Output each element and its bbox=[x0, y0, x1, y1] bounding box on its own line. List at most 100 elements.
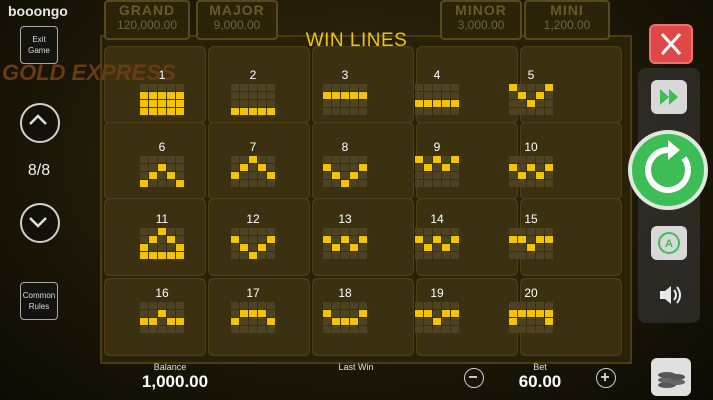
win-line-number: 1 bbox=[158, 68, 166, 82]
pattern-square bbox=[332, 310, 340, 317]
win-line-16: 16 bbox=[124, 286, 200, 362]
pattern-square bbox=[149, 84, 157, 91]
pattern-square bbox=[433, 302, 441, 309]
bet-increase-button[interactable] bbox=[596, 368, 616, 388]
pattern-square bbox=[509, 302, 517, 309]
pattern-square bbox=[518, 84, 526, 91]
pattern-square bbox=[442, 228, 450, 235]
pattern-square bbox=[442, 236, 450, 243]
pattern-square bbox=[433, 172, 441, 179]
exit-game-button[interactable]: Exit Game bbox=[20, 26, 58, 64]
pattern-square-active bbox=[149, 108, 157, 115]
common-rules-button[interactable]: Common Rules bbox=[20, 282, 58, 320]
pattern-square bbox=[527, 156, 535, 163]
win-line-9: 9 bbox=[399, 140, 475, 216]
pattern-square-active bbox=[359, 310, 367, 317]
pattern-square bbox=[509, 326, 517, 333]
pattern-square-active bbox=[231, 108, 239, 115]
pattern-square bbox=[536, 252, 544, 259]
sound-button[interactable] bbox=[651, 278, 687, 312]
chevron-down-icon bbox=[29, 217, 47, 228]
win-line-number: 17 bbox=[246, 286, 260, 300]
pattern-square bbox=[518, 252, 526, 259]
pattern-square bbox=[451, 164, 459, 171]
pattern-square bbox=[323, 172, 331, 179]
win-line-8: 8 bbox=[307, 140, 383, 216]
autoplay-button[interactable]: A bbox=[651, 226, 687, 260]
pattern-square bbox=[359, 172, 367, 179]
win-line-number: 19 bbox=[430, 286, 444, 300]
win-line-number: 15 bbox=[524, 212, 538, 226]
win-line-18: 18 bbox=[307, 286, 383, 362]
win-line-pattern bbox=[509, 228, 553, 259]
spin-button[interactable] bbox=[628, 130, 708, 210]
win-line-pattern bbox=[509, 84, 553, 115]
pattern-square-active bbox=[415, 156, 423, 163]
win-line-2: 2 bbox=[215, 68, 291, 144]
turbo-button[interactable] bbox=[651, 80, 687, 114]
pattern-square bbox=[231, 326, 239, 333]
pattern-square bbox=[359, 100, 367, 107]
pattern-square-active bbox=[442, 100, 450, 107]
pattern-square bbox=[350, 164, 358, 171]
pattern-square bbox=[424, 180, 432, 187]
pattern-square-active bbox=[527, 244, 535, 251]
win-line-13: 13 bbox=[307, 212, 383, 288]
pattern-square bbox=[267, 302, 275, 309]
pattern-square-active bbox=[167, 318, 175, 325]
win-line-14: 14 bbox=[399, 212, 475, 288]
pattern-square-active bbox=[249, 108, 257, 115]
pattern-square bbox=[451, 252, 459, 259]
pattern-square bbox=[323, 228, 331, 235]
pattern-square bbox=[176, 156, 184, 163]
pattern-square-active bbox=[518, 92, 526, 99]
pattern-square-active bbox=[140, 252, 148, 259]
win-line-pattern bbox=[231, 228, 275, 259]
pattern-square bbox=[509, 100, 517, 107]
win-line-17: 17 bbox=[215, 286, 291, 362]
pattern-square bbox=[442, 172, 450, 179]
pattern-square bbox=[415, 84, 423, 91]
pattern-square bbox=[323, 326, 331, 333]
pattern-square bbox=[158, 236, 166, 243]
pattern-square bbox=[415, 172, 423, 179]
pattern-square-active bbox=[536, 172, 544, 179]
pattern-square bbox=[167, 228, 175, 235]
win-line-pattern bbox=[323, 302, 367, 333]
pattern-square bbox=[240, 172, 248, 179]
pattern-square-active bbox=[509, 236, 517, 243]
pattern-square-active bbox=[140, 318, 148, 325]
pattern-square bbox=[140, 302, 148, 309]
pattern-square-active bbox=[332, 318, 340, 325]
pattern-square bbox=[518, 228, 526, 235]
pattern-square bbox=[258, 100, 266, 107]
pattern-square bbox=[433, 180, 441, 187]
pattern-square-active bbox=[433, 156, 441, 163]
pattern-square bbox=[518, 180, 526, 187]
bet-decrease-button[interactable] bbox=[464, 368, 484, 388]
win-line-number: 4 bbox=[433, 68, 441, 82]
pattern-square bbox=[527, 172, 535, 179]
bet-coins-button[interactable] bbox=[651, 358, 691, 396]
pattern-square bbox=[249, 326, 257, 333]
pattern-square bbox=[545, 252, 553, 259]
pattern-square-active bbox=[240, 108, 248, 115]
win-line-number: 16 bbox=[155, 286, 169, 300]
pattern-square bbox=[359, 228, 367, 235]
pattern-square bbox=[359, 318, 367, 325]
win-line-pattern bbox=[140, 156, 184, 187]
pattern-square bbox=[545, 244, 553, 251]
pattern-square bbox=[527, 92, 535, 99]
pattern-square bbox=[451, 84, 459, 91]
page-down-button[interactable] bbox=[20, 203, 60, 243]
page-up-button[interactable] bbox=[20, 103, 60, 143]
pattern-square bbox=[240, 156, 248, 163]
pattern-square-active bbox=[359, 236, 367, 243]
balance-value: 1,000.00 bbox=[141, 372, 209, 391]
pattern-square bbox=[267, 164, 275, 171]
pattern-square bbox=[176, 236, 184, 243]
pattern-square-active bbox=[527, 164, 535, 171]
pattern-square-active bbox=[451, 156, 459, 163]
pattern-square-active bbox=[258, 108, 266, 115]
close-button[interactable] bbox=[649, 24, 693, 64]
